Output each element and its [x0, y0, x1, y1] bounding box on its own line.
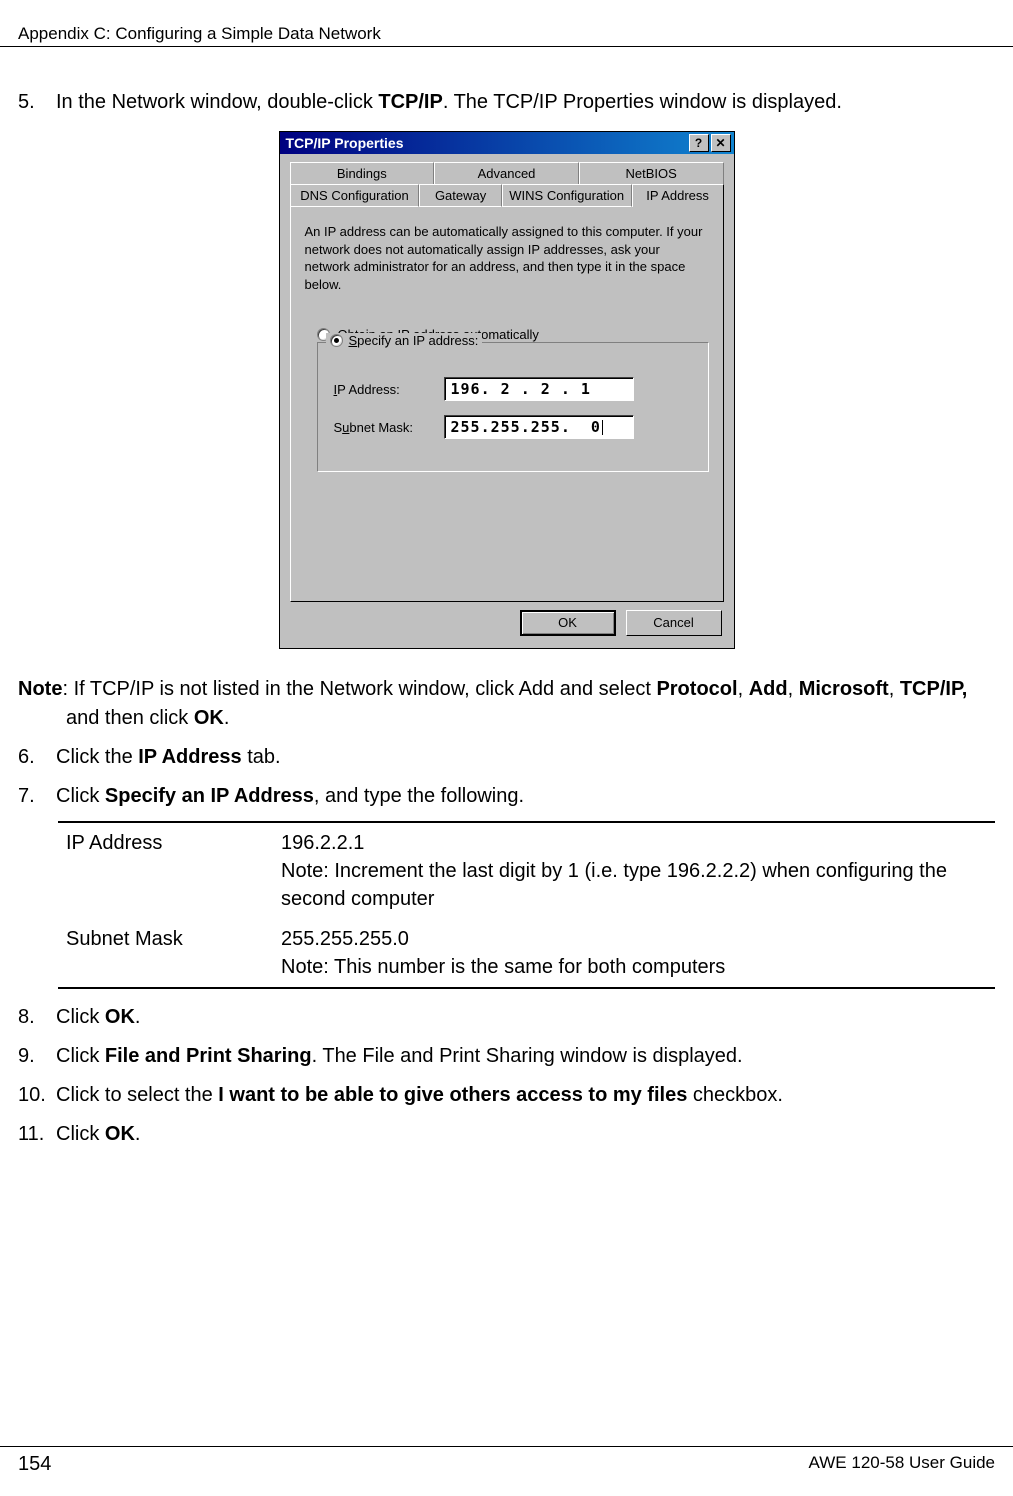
- tab-dns[interactable]: DNS Configuration: [290, 184, 420, 207]
- dialog-screenshot: TCP/IP Properties ? ✕ Bindings Advanced …: [18, 131, 995, 649]
- step-number: 6.: [18, 743, 44, 772]
- subnet-mask-row: Subnet Mask: 255.255.255. 0: [334, 415, 692, 439]
- step-number: 8.: [18, 1003, 44, 1032]
- tab-panel: An IP address can be automatically assig…: [290, 207, 724, 602]
- cell-label: IP Address: [58, 822, 273, 919]
- titlebar: TCP/IP Properties ? ✕: [280, 132, 734, 154]
- ip-address-row: IP Address: 196. 2 . 2 . 1: [334, 377, 692, 401]
- page-number: 154: [18, 1453, 51, 1476]
- tabs-row-back: Bindings Advanced NetBIOS: [290, 162, 724, 184]
- step-text: Click Specify an IP Address, and type th…: [56, 782, 995, 811]
- cell-value: 196.2.2.1 Note: Increment the last digit…: [273, 822, 995, 919]
- help-button[interactable]: ?: [689, 134, 709, 152]
- step-7: 7. Click Specify an IP Address, and type…: [18, 782, 995, 811]
- step-5: 5. In the Network window, double-click T…: [18, 88, 995, 117]
- step-9: 9. Click File and Print Sharing. The Fil…: [18, 1042, 995, 1071]
- step-number: 5.: [18, 88, 44, 117]
- tabs-row-front: DNS Configuration Gateway WINS Configura…: [290, 184, 724, 207]
- step-11: 11. Click OK.: [18, 1120, 995, 1149]
- step-text: Click File and Print Sharing. The File a…: [56, 1042, 995, 1071]
- tab-ip-address[interactable]: IP Address: [632, 184, 724, 207]
- step-text: Click to select the I want to be able to…: [56, 1081, 995, 1110]
- dialog-body: Bindings Advanced NetBIOS DNS Configurat…: [280, 154, 734, 648]
- step-text: Click OK.: [56, 1120, 995, 1149]
- tab-gateway[interactable]: Gateway: [419, 184, 501, 207]
- step-text: Click the IP Address tab.: [56, 743, 995, 772]
- ok-button[interactable]: OK: [520, 610, 616, 636]
- page-content: 5. In the Network window, double-click T…: [18, 88, 995, 1159]
- step-number: 11.: [18, 1120, 44, 1149]
- page-footer: 154 AWE 120-58 User Guide: [0, 1446, 1013, 1476]
- step-10: 10. Click to select the I want to be abl…: [18, 1081, 995, 1110]
- step-text: Click OK.: [56, 1003, 995, 1032]
- radio-specify[interactable]: Specify an IP address:: [326, 333, 483, 348]
- tab-bindings[interactable]: Bindings: [290, 162, 435, 184]
- ip-settings-table: IP Address 196.2.2.1 Note: Increment the…: [58, 821, 995, 989]
- section-title: Appendix C: Configuring a Simple Data Ne…: [0, 24, 1013, 44]
- tab-netbios[interactable]: NetBIOS: [579, 162, 724, 184]
- cancel-button[interactable]: Cancel: [626, 610, 722, 636]
- document-title: AWE 120-58 User Guide: [809, 1453, 995, 1476]
- page-header: Appendix C: Configuring a Simple Data Ne…: [0, 24, 1013, 51]
- subnet-mask-input[interactable]: 255.255.255. 0: [444, 415, 634, 439]
- step-text: In the Network window, double-click TCP/…: [56, 88, 995, 117]
- note-block: Note: If TCP/IP is not listed in the Net…: [18, 675, 995, 733]
- step-number: 7.: [18, 782, 44, 811]
- table-row: IP Address 196.2.2.1 Note: Increment the…: [58, 822, 995, 919]
- step-number: 9.: [18, 1042, 44, 1071]
- subnet-mask-label: Subnet Mask:: [334, 420, 444, 435]
- text-cursor: [602, 420, 603, 435]
- radio-icon: [330, 334, 343, 347]
- header-divider: [0, 46, 1013, 47]
- titlebar-buttons: ? ✕: [689, 134, 731, 152]
- dialog-buttons: OK Cancel: [290, 602, 724, 638]
- table-row: Subnet Mask 255.255.255.0 Note: This num…: [58, 919, 995, 988]
- ip-address-label: IP Address:: [334, 382, 444, 397]
- tab-wins[interactable]: WINS Configuration: [502, 184, 632, 207]
- window-title: TCP/IP Properties: [286, 135, 404, 151]
- tab-advanced[interactable]: Advanced: [434, 162, 579, 184]
- step-6: 6. Click the IP Address tab.: [18, 743, 995, 772]
- panel-description: An IP address can be automatically assig…: [305, 223, 709, 297]
- step-number: 10.: [18, 1081, 44, 1110]
- cell-value: 255.255.255.0 Note: This number is the s…: [273, 919, 995, 988]
- radio-label: Specify an IP address:: [349, 333, 479, 348]
- step-8: 8. Click OK.: [18, 1003, 995, 1032]
- tcpip-properties-dialog: TCP/IP Properties ? ✕ Bindings Advanced …: [279, 131, 735, 649]
- ip-address-input[interactable]: 196. 2 . 2 . 1: [444, 377, 634, 401]
- specify-group: Specify an IP address: IP Address: 196. …: [317, 342, 709, 472]
- close-button[interactable]: ✕: [711, 134, 731, 152]
- cell-label: Subnet Mask: [58, 919, 273, 988]
